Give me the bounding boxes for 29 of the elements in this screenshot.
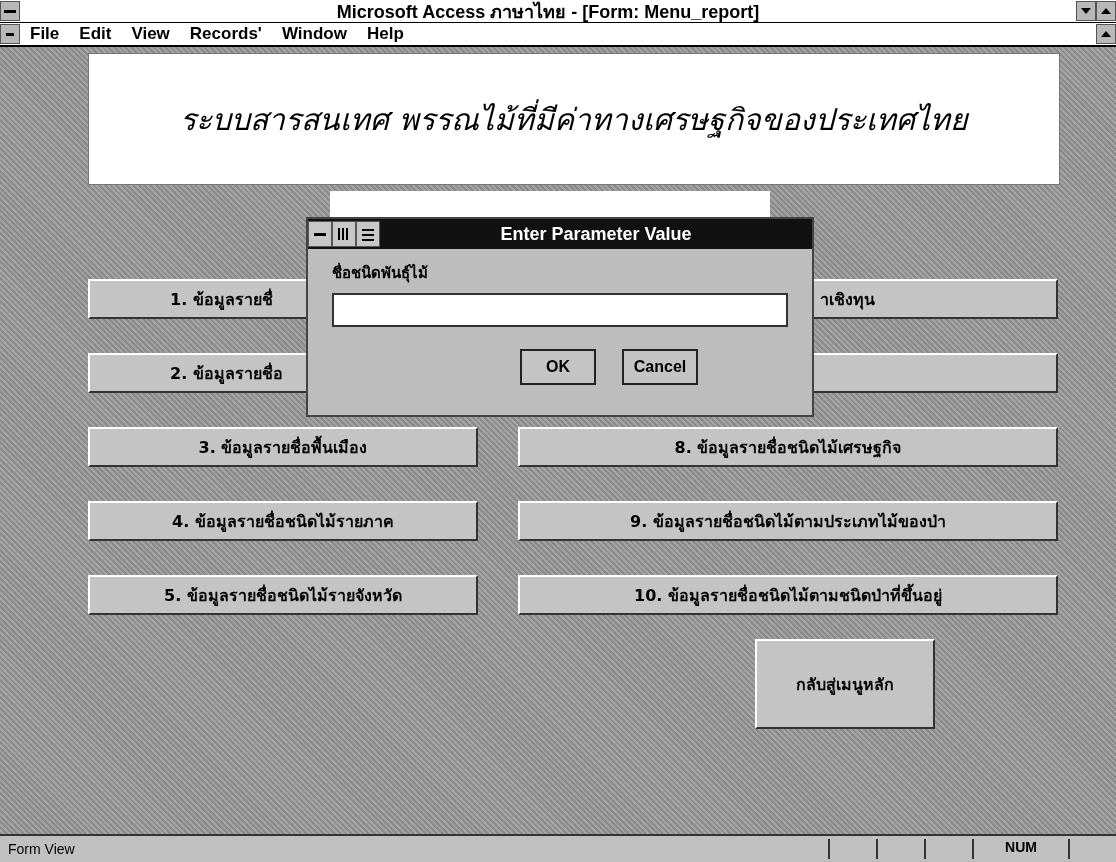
menu-item[interactable]: Records' [179, 24, 272, 44]
status-indicator: NUM [972, 839, 1068, 859]
report-button[interactable]: 10. ข้อมูลรายชื่อชนิดไม้ตามชนิดป่าที่ขึ้นอยู่ [518, 575, 1058, 615]
report-button[interactable]: 4. ข้อมูลรายชื่อชนิดไม้รายภาค [88, 501, 478, 541]
menu-item[interactable]: Help [356, 24, 414, 44]
dialog-button[interactable]: Cancel [622, 349, 698, 385]
system-menu-icon[interactable] [0, 1, 20, 21]
maximize-icon[interactable] [1096, 1, 1116, 21]
window-title: Microsoft Access ภาษาไทย - [Form: Menu_report] [335, 0, 761, 24]
back-button[interactable]: กลับสู่เมนูหลัก [755, 639, 935, 729]
minimize-icon[interactable] [1076, 1, 1096, 21]
report-button[interactable]: 5. ข้อมูลรายชื่อชนิดไม้รายจังหวัด [88, 575, 478, 615]
dialog-button[interactable]: OK [520, 349, 596, 385]
menu-item[interactable]: View [121, 24, 180, 44]
system-menu-icon[interactable] [308, 221, 332, 247]
document-menu-icon[interactable] [0, 24, 20, 44]
report-button[interactable]: 9. ข้อมูลรายชื่อชนิดไม้ตามประเภทไม้ของป่า [518, 501, 1058, 541]
input-field[interactable] [332, 293, 788, 327]
grid-icon [332, 221, 356, 247]
report-button[interactable]: 3. ข้อมูลรายชื่อพื้นเมือง [88, 427, 478, 467]
form-title: ระบบสารสนเทศ พรรณไม้ที่มีค่าทางเศรษฐกิจของประเทศไทย [180, 98, 968, 140]
menu-item[interactable]: Edit [69, 24, 122, 44]
lines-icon [356, 221, 380, 247]
menu-item[interactable]: Window [271, 24, 357, 44]
status-text: Form View [7, 841, 75, 857]
restore-icon[interactable] [1096, 24, 1116, 44]
dialog-title: Enter Parameter Value [499, 223, 693, 245]
menu-item[interactable]: File [20, 24, 70, 44]
report-button[interactable]: 8. ข้อมูลรายชื่อชนิดไม้เศรษฐกิจ [518, 427, 1058, 467]
